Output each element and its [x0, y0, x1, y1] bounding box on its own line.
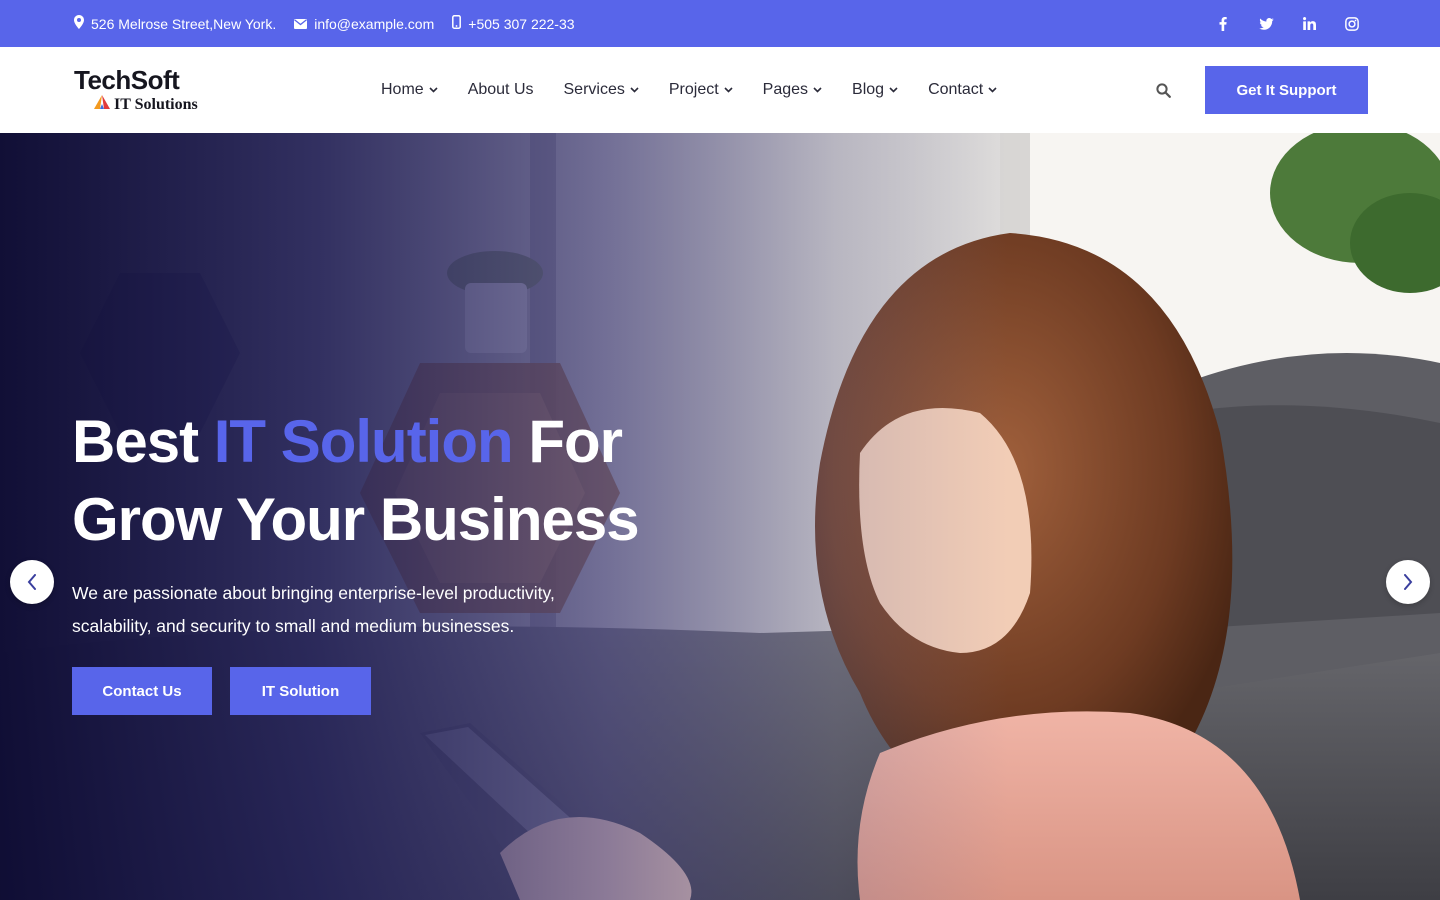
- nav-label: Pages: [762, 81, 809, 98]
- chevron-down-icon: [813, 87, 822, 93]
- address-text: 526 Melrose Street,New York.: [91, 15, 277, 32]
- chevron-down-icon: [889, 87, 898, 93]
- hero-slider: Best IT Solution For Grow Your Business …: [0, 133, 1440, 900]
- twitter-icon[interactable]: [1252, 10, 1280, 38]
- search-icon[interactable]: [1152, 79, 1174, 101]
- contact-us-button[interactable]: Contact Us: [72, 667, 212, 715]
- address-item: 526 Melrose Street,New York.: [74, 15, 276, 32]
- chevron-down-icon: [988, 87, 997, 93]
- linkedin-icon[interactable]: [1295, 10, 1323, 38]
- email-item[interactable]: info@example.com: [294, 16, 434, 32]
- nav-label: About Us: [467, 81, 534, 98]
- nav-item-pages[interactable]: Pages: [763, 81, 822, 99]
- mobile-phone-icon: [452, 15, 468, 32]
- phone-text[interactable]: +505 307 222-33: [468, 16, 574, 32]
- chevron-right-icon: [1404, 574, 1413, 590]
- hero-title-accent: IT Solution: [213, 408, 514, 475]
- contact-info: 526 Melrose Street,New York. info@exampl…: [74, 0, 593, 47]
- nav-item-project[interactable]: Project: [669, 81, 733, 99]
- nav-label: Blog: [852, 81, 885, 98]
- logo[interactable]: TechSoft IT Solutions: [74, 65, 214, 117]
- phone-item[interactable]: +505 307 222-33: [452, 15, 575, 32]
- chevron-down-icon: [429, 87, 438, 93]
- hero-description: We are passionate about bringing enterpr…: [72, 583, 555, 636]
- envelope-icon: [294, 16, 314, 32]
- hero-title: Best IT Solution For Grow Your Business: [72, 403, 640, 559]
- slider-prev-button[interactable]: [10, 560, 54, 604]
- nav-item-blog[interactable]: Blog: [852, 81, 898, 99]
- nav-item-services[interactable]: Services: [564, 81, 639, 99]
- nav-item-contact[interactable]: Contact: [928, 81, 997, 99]
- top-bar: 526 Melrose Street,New York. info@exampl…: [0, 0, 1440, 47]
- facebook-icon[interactable]: [1209, 10, 1237, 38]
- nav-label: Services: [563, 81, 625, 98]
- nav-item-about-us[interactable]: About Us: [468, 81, 534, 99]
- map-pin-icon: [74, 15, 91, 32]
- logo-tagline: IT Solutions: [114, 95, 198, 113]
- email-text[interactable]: info@example.com: [314, 16, 434, 32]
- hero-title-part2: For: [512, 408, 623, 475]
- nav-label: Home: [381, 81, 424, 98]
- nav-label: Contact: [928, 81, 984, 98]
- nav-item-home[interactable]: Home: [381, 81, 438, 99]
- chevron-down-icon: [630, 87, 639, 93]
- it-solution-button[interactable]: IT Solution: [230, 667, 371, 715]
- nav-label: Project: [668, 81, 719, 98]
- chevron-left-icon: [27, 574, 36, 590]
- get-it-support-button[interactable]: Get It Support: [1205, 66, 1368, 114]
- hero-title-line2: Grow Your Business: [72, 486, 640, 553]
- main-nav: Home About Us Services Project Pages Blo…: [381, 47, 1027, 133]
- logo-name: TechSoft: [74, 65, 180, 95]
- hero-title-part1: Best: [72, 408, 214, 475]
- social-links: [1194, 0, 1366, 47]
- instagram-icon[interactable]: [1338, 10, 1366, 38]
- logo-mark-icon: [94, 95, 114, 114]
- chevron-down-icon: [724, 87, 733, 93]
- main-header: TechSoft IT Solutions Home About Us Serv…: [0, 47, 1440, 133]
- slider-next-button[interactable]: [1386, 560, 1430, 604]
- logo-tagline-row: IT Solutions: [94, 95, 198, 114]
